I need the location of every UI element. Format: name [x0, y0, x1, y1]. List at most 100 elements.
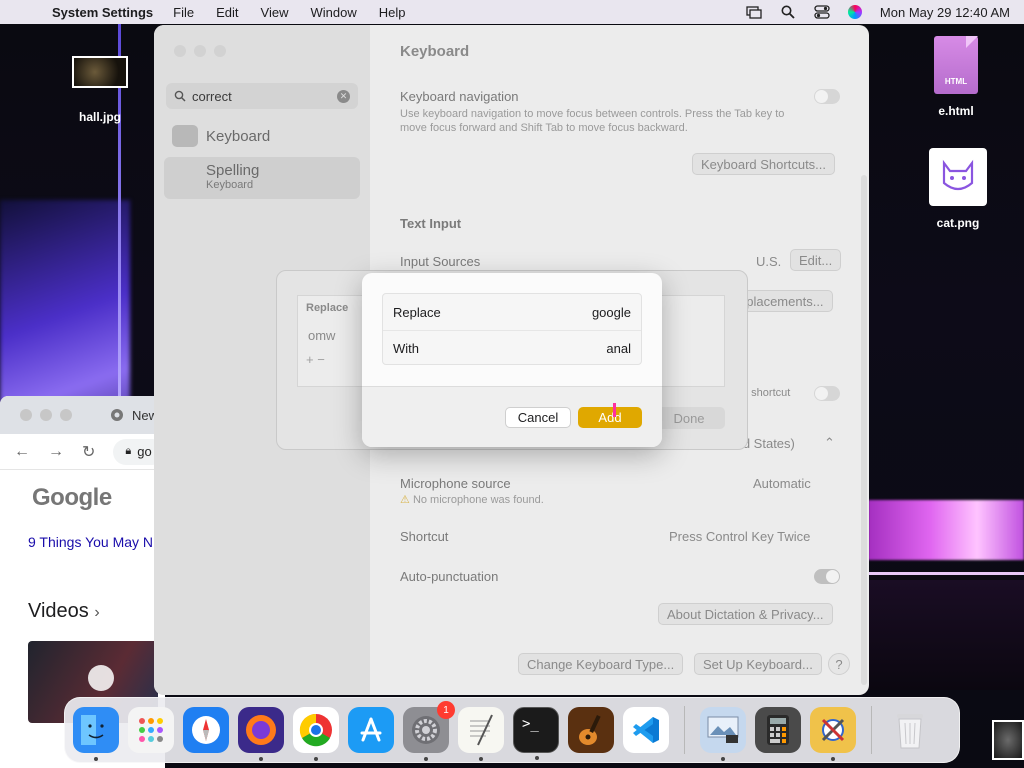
text-input-header: Text Input: [400, 216, 462, 231]
input-sources-label: Input Sources: [400, 254, 481, 269]
sidebar-item-spelling[interactable]: Spelling Keyboard: [164, 157, 360, 199]
dialog-footer: Cancel Add: [362, 386, 662, 447]
terminal-icon[interactable]: >_: [513, 707, 559, 760]
calculator-icon[interactable]: [755, 707, 801, 753]
microphone-warning: ⚠ No microphone was found.: [400, 494, 544, 506]
with-row: With anal: [383, 330, 641, 366]
notification-badge: 1: [437, 701, 455, 719]
shortcut-value[interactable]: Press Control Key Twice: [669, 529, 810, 544]
replacement-row[interactable]: omw: [308, 328, 335, 343]
preview-icon[interactable]: [700, 707, 746, 761]
menu-clock[interactable]: Mon May 29 12:40 AM: [880, 5, 1010, 20]
menu-help[interactable]: Help: [379, 5, 406, 20]
replace-row: Replace google: [383, 294, 641, 330]
add-button[interactable]: Add: [578, 407, 642, 428]
input-sources-value: U.S.: [756, 254, 782, 269]
scrollbar[interactable]: [861, 175, 867, 685]
close-window-button[interactable]: [20, 409, 32, 421]
dock-separator: [871, 706, 872, 754]
minimize-window-button[interactable]: [194, 45, 206, 57]
desktop-file-cat[interactable]: cat.png: [929, 148, 987, 230]
zoom-window-button[interactable]: [214, 45, 226, 57]
guitar-icon[interactable]: [568, 707, 614, 753]
back-arrow-icon[interactable]: ←: [14, 443, 30, 461]
google-logo[interactable]: Google: [32, 484, 165, 512]
wallpaper-pink-band: [868, 500, 1024, 560]
cancel-button[interactable]: Cancel: [505, 407, 571, 428]
desktop-file-label: e.html: [938, 104, 974, 118]
spotlight-search-icon[interactable]: [780, 5, 796, 19]
cat-image-icon: [929, 148, 987, 206]
microphone-source-value[interactable]: Automatic: [753, 476, 811, 491]
dock: 1 >_: [64, 697, 960, 763]
menu-app-name[interactable]: System Settings: [52, 5, 153, 20]
image-thumbnail: [72, 56, 128, 88]
search-icon: [174, 90, 186, 102]
chrome-toolbar: ← → ↻ 🔒︎ go: [0, 434, 165, 470]
replace-input[interactable]: google: [592, 305, 631, 320]
help-button[interactable]: ?: [828, 653, 850, 675]
about-dictation-button[interactable]: About Dictation & Privacy...: [658, 603, 833, 625]
forward-arrow-icon[interactable]: →: [48, 443, 64, 461]
chrome-favicon-icon: [111, 409, 123, 421]
replace-column-header[interactable]: Replace: [306, 302, 348, 314]
set-up-keyboard-button[interactable]: Set Up Keyboard...: [694, 653, 822, 675]
menu-window[interactable]: Window: [310, 5, 356, 20]
keyboard-shortcuts-button[interactable]: Keyboard Shortcuts...: [692, 153, 836, 175]
chrome-icon[interactable]: [293, 707, 339, 761]
tools-icon[interactable]: [810, 707, 856, 761]
reload-icon[interactable]: ↻: [82, 442, 95, 462]
textedit-icon[interactable]: [458, 707, 504, 761]
wallpaper-dark: [868, 580, 1024, 690]
add-replacement-dialog: Replace google With anal Cancel Add: [362, 273, 662, 447]
auto-punctuation-toggle[interactable]: [814, 569, 840, 584]
videos-heading[interactable]: Videos ›: [28, 600, 165, 623]
finder-icon[interactable]: [73, 707, 119, 761]
dictation-toggle[interactable]: [814, 386, 840, 401]
keyboard-icon: [172, 125, 198, 147]
zoom-window-button[interactable]: [60, 409, 72, 421]
chevron-right-icon: ›: [94, 604, 100, 621]
app-store-icon[interactable]: [348, 707, 394, 753]
lock-icon: 🔒︎: [125, 445, 132, 457]
input-sources-edit-button[interactable]: Edit...: [790, 249, 842, 271]
menu-file[interactable]: File: [173, 5, 194, 20]
wallpaper-line: [868, 572, 1024, 575]
siri-icon[interactable]: [847, 5, 862, 19]
launchpad-icon[interactable]: [128, 707, 174, 753]
keyboard-navigation-toggle[interactable]: [814, 89, 840, 104]
desktop-file-e-html[interactable]: HTML e.html: [934, 36, 978, 118]
clear-search-icon[interactable]: ✕: [337, 89, 350, 103]
desktop-file-hall[interactable]: hall.jpg: [72, 56, 128, 124]
screen-mirroring-icon[interactable]: [746, 5, 762, 19]
control-center-icon[interactable]: [814, 5, 830, 19]
with-input[interactable]: anal: [606, 341, 631, 356]
play-icon: [88, 665, 114, 691]
close-window-button[interactable]: [174, 45, 186, 57]
page-title: Keyboard: [400, 43, 470, 60]
change-keyboard-type-button[interactable]: Change Keyboard Type...: [518, 653, 684, 675]
search-input[interactable]: correct: [192, 89, 232, 104]
gear-icon[interactable]: 1: [403, 701, 455, 761]
menu-bar: System Settings File Edit View Window He…: [0, 0, 1024, 24]
shortcut-hint: e shortcut: [742, 387, 791, 399]
chrome-tab[interactable]: New: [110, 408, 158, 423]
safari-icon[interactable]: [183, 707, 229, 753]
menu-view[interactable]: View: [261, 5, 289, 20]
replace-label: Replace: [393, 304, 441, 320]
firefox-icon[interactable]: [238, 707, 284, 761]
with-label: With: [393, 341, 419, 356]
done-button[interactable]: Done: [653, 407, 725, 429]
trash-icon[interactable]: [887, 707, 933, 753]
settings-search-field[interactable]: correct ✕: [166, 83, 358, 109]
minimize-window-button[interactable]: [40, 409, 52, 421]
desktop-image-thumbnail[interactable]: [992, 720, 1024, 760]
add-remove-buttons[interactable]: + −: [306, 352, 325, 367]
search-result-link[interactable]: 9 Things You May N: [28, 534, 165, 550]
chevron-updown-icon: ⌃: [824, 435, 835, 450]
menu-edit[interactable]: Edit: [216, 5, 238, 20]
auto-punctuation-label: Auto-punctuation: [400, 569, 499, 584]
vscode-icon[interactable]: [623, 707, 669, 753]
sidebar-item-keyboard[interactable]: Keyboard: [172, 125, 370, 147]
html-file-icon: HTML: [934, 36, 978, 94]
